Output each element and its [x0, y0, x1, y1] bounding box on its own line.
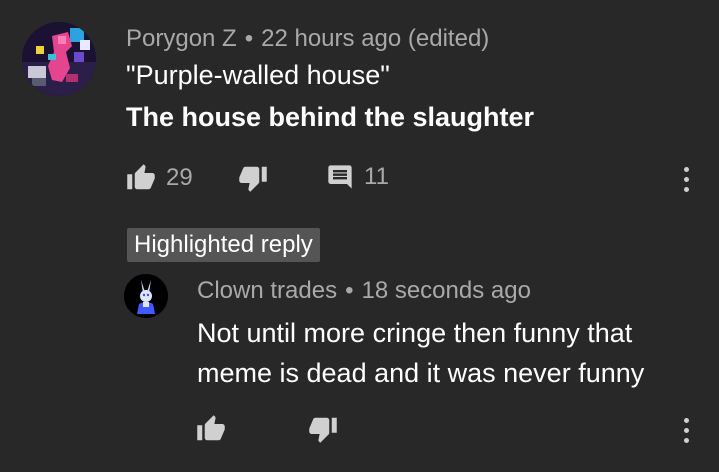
- comment-meta: Porygon Z • 22 hours ago (edited): [126, 27, 489, 51]
- comment-icon: [328, 165, 352, 189]
- comment-text-line-1: "Purple-walled house": [126, 60, 390, 90]
- highlighted-reply-badge: Highlighted reply: [127, 228, 320, 262]
- dislike-button[interactable]: [238, 163, 268, 193]
- comment-author[interactable]: Porygon Z: [126, 25, 237, 52]
- more-vertical-icon: [683, 417, 689, 423]
- thumb-up-icon: [127, 164, 155, 190]
- like-count: 29: [166, 164, 193, 191]
- reply-author-avatar[interactable]: [124, 274, 168, 318]
- comment-menu-button[interactable]: [676, 161, 696, 197]
- reply-button[interactable]: 11: [326, 163, 389, 191]
- reply-text: Not until more cringe then funny that me…: [197, 318, 645, 388]
- comment-timestamp: 22 hours ago (edited): [261, 25, 490, 52]
- thumb-down-icon: [239, 166, 267, 192]
- meta-separator: •: [345, 277, 354, 304]
- reply-meta: Clown trades • 18 seconds ago: [197, 279, 531, 303]
- reply-author[interactable]: Clown trades: [197, 277, 337, 304]
- like-button[interactable]: 29: [126, 163, 193, 193]
- thumb-up-icon: [197, 415, 225, 441]
- reply-dislike-button[interactable]: [308, 414, 338, 444]
- reply-menu-button[interactable]: [676, 412, 696, 448]
- reply-count: 11: [364, 163, 389, 190]
- reply-like-button[interactable]: [196, 414, 226, 444]
- reply-timestamp: 18 seconds ago: [361, 277, 531, 304]
- more-vertical-icon: [683, 166, 689, 172]
- thumb-down-icon: [309, 417, 337, 443]
- comment-text-line-2: The house behind the slaughter: [126, 102, 535, 132]
- meta-separator: •: [244, 25, 254, 52]
- author-avatar[interactable]: [22, 22, 96, 96]
